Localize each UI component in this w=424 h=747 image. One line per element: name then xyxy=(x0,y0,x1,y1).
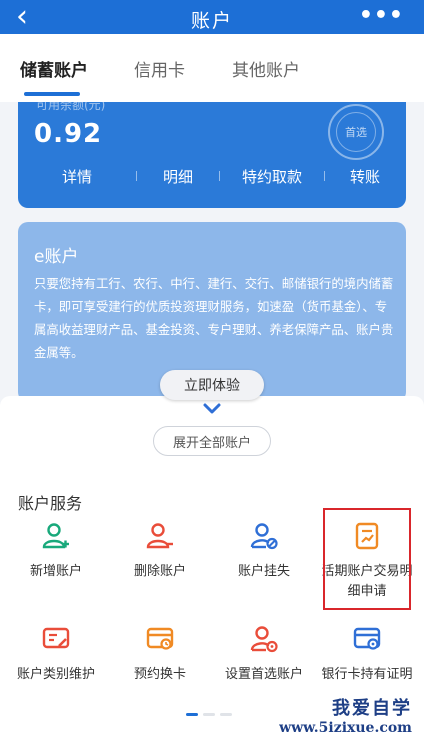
special-withdrawal-button[interactable]: 特约取款 xyxy=(220,166,324,187)
service-label: 删除账户 xyxy=(133,564,186,579)
page-dot xyxy=(220,713,232,716)
user-block-icon xyxy=(250,523,278,550)
account-tabs: 储蓄账户 信用卡 其他账户 xyxy=(0,34,424,102)
service-label: 新增账户 xyxy=(29,564,82,579)
service-set-preferred-account[interactable]: 设置首选账户 xyxy=(216,625,312,685)
service-card-replacement[interactable]: 预约换卡 xyxy=(112,625,208,685)
watermark-line2: www.5izixue.com xyxy=(279,720,412,736)
chevron-down-icon[interactable] xyxy=(202,402,222,416)
e-account-description: 只要您持有工行、农行、中行、建行、交行、邮储银行的境内储蓄卡，即可享受建行的优质… xyxy=(34,276,394,360)
section-title: 账户服务 xyxy=(18,494,83,513)
user-settings-icon xyxy=(250,626,278,653)
preferred-stamp-icon: 首选 xyxy=(328,104,384,160)
active-tab-indicator xyxy=(24,92,80,96)
details-button[interactable]: 详情 xyxy=(18,166,136,187)
transactions-button[interactable]: 明细 xyxy=(137,166,219,187)
service-report-loss[interactable]: 账户挂失 xyxy=(216,522,312,582)
page-dot xyxy=(186,713,198,716)
e-account-title: e账户 xyxy=(34,247,79,267)
service-label: 设置首选账户 xyxy=(224,667,303,682)
try-now-button[interactable]: 立即体验 xyxy=(160,370,264,400)
card-check-icon xyxy=(353,627,381,650)
card-actions: 详情 明细 特约取款 转账 xyxy=(18,166,406,186)
service-label: 账户挂失 xyxy=(237,564,290,579)
more-dots-icon[interactable]: ••• xyxy=(359,3,404,28)
service-delete-account[interactable]: 删除账户 xyxy=(112,522,208,582)
highlight-box xyxy=(323,508,411,610)
tab-savings[interactable]: 储蓄账户 xyxy=(20,56,88,81)
service-label: 预约换卡 xyxy=(133,667,186,682)
balance-label: 可用余额(元) xyxy=(36,102,106,112)
watermark-line1: 我爱自学 xyxy=(332,698,412,719)
account-balance: 0.92 xyxy=(34,119,103,149)
page-dot xyxy=(203,713,215,716)
transfer-button[interactable]: 转账 xyxy=(325,166,405,187)
service-card-holding-certificate[interactable]: 银行卡持有证明 xyxy=(319,625,415,685)
add-user-icon xyxy=(42,523,69,549)
tab-credit-card[interactable]: 信用卡 xyxy=(134,56,185,81)
remove-user-icon xyxy=(146,523,173,549)
expand-all-accounts-button[interactable]: 展开全部账户 xyxy=(153,426,271,456)
card-clock-icon xyxy=(146,627,174,650)
watermark: 我爱自学 www.5izixue.com xyxy=(279,694,412,736)
page-indicator xyxy=(186,713,232,716)
tab-other-accounts[interactable]: 其他账户 xyxy=(232,56,300,81)
card-edit-icon xyxy=(42,627,70,649)
top-bar: ‹ 账户 ••• xyxy=(0,0,424,34)
service-account-type-maintenance[interactable]: 账户类别维护 xyxy=(8,625,104,685)
service-label: 账户类别维护 xyxy=(16,667,95,682)
service-add-account[interactable]: 新增账户 xyxy=(8,522,104,582)
stamp-text: 首选 xyxy=(345,126,367,139)
service-label: 银行卡持有证明 xyxy=(321,667,413,682)
account-card[interactable]: 可用余额(元) 0.92 首选 详情 明细 特约取款 转账 xyxy=(18,102,406,208)
